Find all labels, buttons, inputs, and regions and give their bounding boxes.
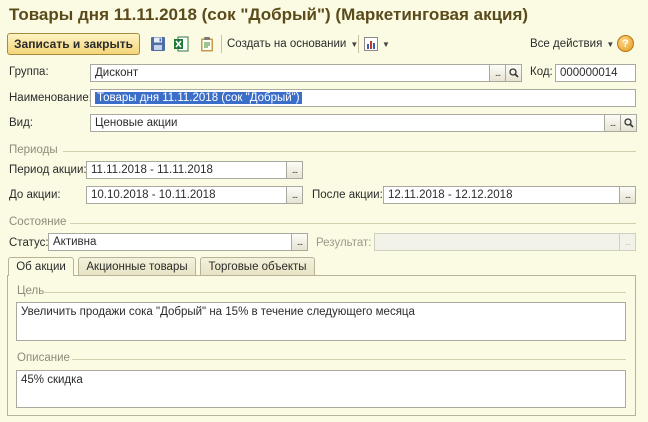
ellipsis-icon[interactable]: ... <box>287 186 303 204</box>
goal-section-title: Цель <box>17 285 45 297</box>
section-divider <box>63 151 636 152</box>
status-label: Статус: <box>9 237 49 249</box>
ellipsis-icon: ... <box>620 233 636 251</box>
all-actions-label: Все действия <box>530 38 603 50</box>
action-period-label: Период акции: <box>9 164 87 176</box>
kind-field[interactable]: Ценовые акции <box>90 114 605 132</box>
group-field[interactable]: Дисконт <box>90 64 490 82</box>
section-divider <box>70 223 636 224</box>
window-title: Товары дня 11.11.2018 (сок "Добрый") (Ма… <box>9 5 529 24</box>
ellipsis-icon[interactable]: ... <box>605 114 621 132</box>
code-label: Код: <box>530 66 553 78</box>
status-field[interactable]: Активна <box>48 233 292 251</box>
periods-section-title: Периоды <box>9 144 58 156</box>
action-period-field[interactable]: 11.11.2018 - 11.11.2018 <box>86 161 287 179</box>
ellipsis-icon[interactable]: ... <box>620 186 636 204</box>
result-label: Результат: <box>316 237 372 249</box>
ellipsis-icon[interactable]: ... <box>287 161 303 179</box>
result-field <box>374 233 620 251</box>
tab-promo-goods[interactable]: Акционные товары <box>78 257 196 275</box>
section-divider <box>43 292 626 293</box>
create-based-on-label: Создать на основании <box>227 38 347 50</box>
toolbar-separator <box>221 35 222 53</box>
clipboard-icon[interactable] <box>198 35 216 53</box>
chevron-down-icon: ▼ <box>382 39 390 49</box>
before-action-label: До акции: <box>9 189 61 201</box>
tab-trade-objects[interactable]: Торговые объекты <box>200 257 315 275</box>
name-label: Наименование: <box>9 92 92 104</box>
goal-textarea[interactable]: Увеличить продажи сока "Добрый" на 15% в… <box>16 302 626 341</box>
description-section-title: Описание <box>17 352 70 364</box>
ellipsis-icon[interactable]: ... <box>292 233 308 251</box>
floppy-disk-icon[interactable] <box>149 35 167 53</box>
tab-about[interactable]: Об акции <box>8 257 74 276</box>
magnifier-icon[interactable] <box>621 114 637 132</box>
bar-chart-icon <box>364 37 378 51</box>
ellipsis-icon[interactable]: ... <box>490 64 506 82</box>
group-label: Группа: <box>9 66 49 78</box>
before-action-field[interactable]: 10.10.2018 - 10.11.2018 <box>86 186 287 204</box>
description-textarea[interactable]: 45% скидка <box>16 370 626 408</box>
excel-icon[interactable] <box>172 35 190 53</box>
name-field[interactable]: Товары дня 11.11.2018 (сок "Добрый") <box>90 89 636 107</box>
state-section-title: Состояние <box>9 216 67 228</box>
report-menu-button[interactable]: ▼ <box>364 36 390 52</box>
after-action-label: После акции: <box>312 189 383 201</box>
create-based-on-button[interactable]: Создать на основании ▼ <box>227 36 358 52</box>
question-icon[interactable]: ? <box>617 35 634 52</box>
all-actions-button[interactable]: Все действия ▼ <box>530 36 614 52</box>
magnifier-icon[interactable] <box>506 64 522 82</box>
toolbar-separator <box>358 35 359 53</box>
chevron-down-icon: ▼ <box>606 39 615 49</box>
after-action-field[interactable]: 12.11.2018 - 12.12.2018 <box>383 186 620 204</box>
save-and-close-button[interactable]: Записать и закрыть <box>7 33 140 55</box>
kind-label: Вид: <box>9 117 33 129</box>
section-divider <box>72 359 626 360</box>
code-field[interactable]: 000000014 <box>555 64 636 82</box>
